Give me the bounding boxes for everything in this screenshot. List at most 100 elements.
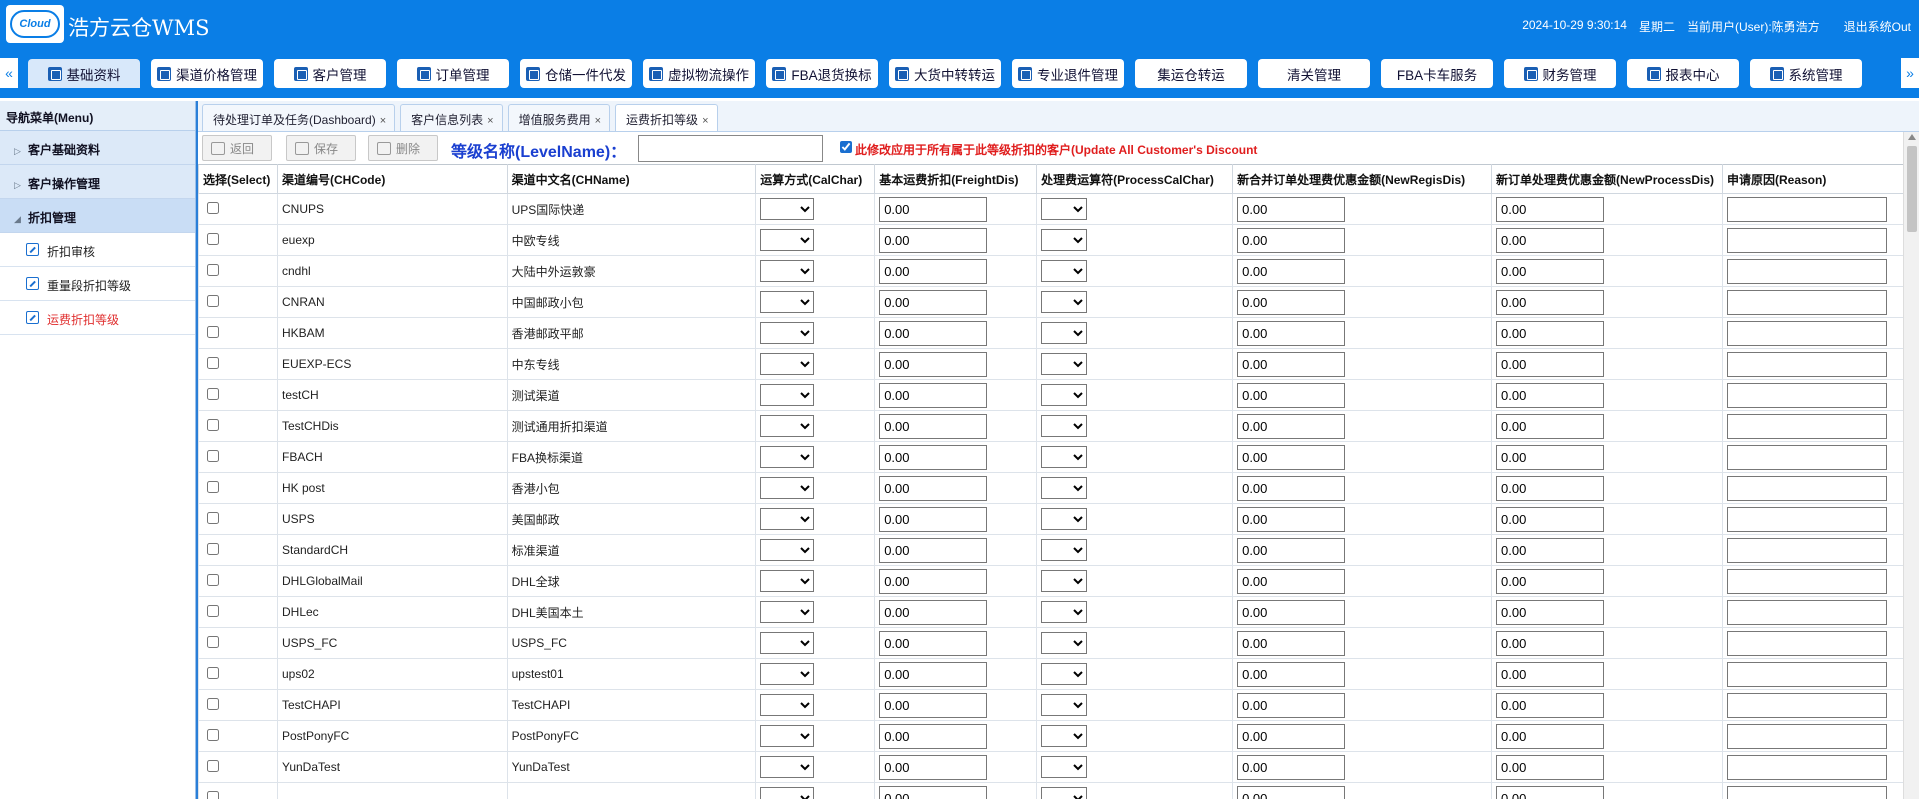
- sidebar-item-weight-discount[interactable]: 重量段折扣等级: [0, 267, 195, 301]
- nav-item-13[interactable]: 报表中心: [1627, 59, 1739, 88]
- new-regis-dis-input[interactable]: [1237, 227, 1346, 253]
- sidebar-item-freight-discount[interactable]: 运费折扣等级: [0, 301, 195, 335]
- process-calc-char-select[interactable]: [1041, 508, 1088, 530]
- freight-dis-input[interactable]: [879, 227, 988, 253]
- calc-char-select[interactable]: [760, 260, 815, 282]
- freight-dis-input[interactable]: [879, 785, 988, 799]
- new-regis-dis-input[interactable]: [1237, 754, 1346, 780]
- nav-item-5[interactable]: 虚拟物流操作: [643, 59, 755, 88]
- calc-char-select[interactable]: [760, 446, 815, 468]
- calc-char-select[interactable]: [760, 291, 815, 313]
- row-select-checkbox[interactable]: [207, 511, 219, 524]
- delete-button[interactable]: 删除: [368, 135, 438, 161]
- row-select-checkbox[interactable]: [207, 201, 219, 214]
- row-select-checkbox[interactable]: [207, 542, 219, 555]
- tab-customer-list[interactable]: 客户信息列表 ×: [400, 104, 503, 131]
- calc-char-select[interactable]: [760, 322, 815, 344]
- calc-char-select[interactable]: [760, 384, 815, 406]
- reason-input[interactable]: [1727, 599, 1887, 625]
- tab-freight-discount-level[interactable]: 运费折扣等级 ×: [615, 104, 718, 131]
- new-process-dis-input[interactable]: [1496, 320, 1605, 346]
- row-select-checkbox[interactable]: [207, 387, 219, 400]
- nav-scroll-right-button[interactable]: »: [1901, 58, 1919, 88]
- row-select-checkbox[interactable]: [207, 697, 219, 710]
- row-select-checkbox[interactable]: [207, 728, 219, 741]
- process-calc-char-select[interactable]: [1041, 353, 1088, 375]
- calc-char-select[interactable]: [760, 508, 815, 530]
- process-calc-char-select[interactable]: [1041, 694, 1088, 716]
- process-calc-char-select[interactable]: [1041, 725, 1088, 747]
- process-calc-char-select[interactable]: [1041, 787, 1088, 799]
- reason-input[interactable]: [1727, 506, 1887, 532]
- new-regis-dis-input[interactable]: [1237, 475, 1346, 501]
- freight-dis-input[interactable]: [879, 506, 988, 532]
- reason-input[interactable]: [1727, 785, 1887, 799]
- new-process-dis-input[interactable]: [1496, 568, 1605, 594]
- new-regis-dis-input[interactable]: [1237, 661, 1346, 687]
- calc-char-select[interactable]: [760, 415, 815, 437]
- new-process-dis-input[interactable]: [1496, 506, 1605, 532]
- nav-item-3[interactable]: 订单管理: [397, 59, 509, 88]
- reason-input[interactable]: [1727, 320, 1887, 346]
- new-process-dis-input[interactable]: [1496, 723, 1605, 749]
- reason-input[interactable]: [1727, 661, 1887, 687]
- reason-input[interactable]: [1727, 537, 1887, 563]
- row-select-checkbox[interactable]: [207, 790, 219, 799]
- calc-char-select[interactable]: [760, 477, 815, 499]
- new-regis-dis-input[interactable]: [1237, 723, 1346, 749]
- new-regis-dis-input[interactable]: [1237, 568, 1346, 594]
- new-process-dis-input[interactable]: [1496, 537, 1605, 563]
- nav-item-7[interactable]: 大货中转转运: [889, 59, 1001, 88]
- process-calc-char-select[interactable]: [1041, 539, 1088, 561]
- new-process-dis-input[interactable]: [1496, 599, 1605, 625]
- freight-dis-input[interactable]: [879, 475, 988, 501]
- calc-char-select[interactable]: [760, 632, 815, 654]
- reason-input[interactable]: [1727, 444, 1887, 470]
- freight-dis-input[interactable]: [879, 413, 988, 439]
- calc-char-select[interactable]: [760, 198, 815, 220]
- reason-input[interactable]: [1727, 630, 1887, 656]
- new-process-dis-input[interactable]: [1496, 196, 1605, 222]
- calc-char-select[interactable]: [760, 353, 815, 375]
- logout-link[interactable]: 退出系统Out: [1844, 18, 1911, 35]
- new-regis-dis-input[interactable]: [1237, 320, 1346, 346]
- process-calc-char-select[interactable]: [1041, 229, 1088, 251]
- close-icon[interactable]: ×: [487, 115, 493, 127]
- process-calc-char-select[interactable]: [1041, 477, 1088, 499]
- new-process-dis-input[interactable]: [1496, 289, 1605, 315]
- reason-input[interactable]: [1727, 196, 1887, 222]
- row-select-checkbox[interactable]: [207, 666, 219, 679]
- process-calc-char-select[interactable]: [1041, 632, 1088, 654]
- sidebar-group-customer-basic[interactable]: ▷ 客户基础资料: [0, 131, 195, 165]
- row-select-checkbox[interactable]: [207, 325, 219, 338]
- freight-dis-input[interactable]: [879, 661, 988, 687]
- freight-dis-input[interactable]: [879, 382, 988, 408]
- process-calc-char-select[interactable]: [1041, 291, 1088, 313]
- new-regis-dis-input[interactable]: [1237, 196, 1346, 222]
- level-name-input[interactable]: [638, 135, 823, 162]
- reason-input[interactable]: [1727, 568, 1887, 594]
- nav-item-11[interactable]: FBA卡车服务: [1381, 59, 1493, 88]
- nav-item-12[interactable]: 财务管理: [1504, 59, 1616, 88]
- calc-char-select[interactable]: [760, 229, 815, 251]
- calc-char-select[interactable]: [760, 725, 815, 747]
- sidebar-group-customer-ops[interactable]: ▷ 客户操作管理: [0, 165, 195, 199]
- close-icon[interactable]: ×: [380, 115, 386, 127]
- new-process-dis-input[interactable]: [1496, 413, 1605, 439]
- freight-dis-input[interactable]: [879, 537, 988, 563]
- new-regis-dis-input[interactable]: [1237, 630, 1346, 656]
- process-calc-char-select[interactable]: [1041, 322, 1088, 344]
- freight-dis-input[interactable]: [879, 258, 988, 284]
- sidebar-group-discount[interactable]: ◢ 折扣管理: [0, 199, 195, 233]
- new-regis-dis-input[interactable]: [1237, 289, 1346, 315]
- process-calc-char-select[interactable]: [1041, 198, 1088, 220]
- process-calc-char-select[interactable]: [1041, 601, 1088, 623]
- freight-dis-input[interactable]: [879, 289, 988, 315]
- process-calc-char-select[interactable]: [1041, 384, 1088, 406]
- process-calc-char-select[interactable]: [1041, 260, 1088, 282]
- reason-input[interactable]: [1727, 723, 1887, 749]
- back-button[interactable]: 返回: [202, 135, 272, 161]
- nav-item-0[interactable]: 基础资料: [28, 59, 140, 91]
- row-select-checkbox[interactable]: [207, 759, 219, 772]
- freight-dis-input[interactable]: [879, 320, 988, 346]
